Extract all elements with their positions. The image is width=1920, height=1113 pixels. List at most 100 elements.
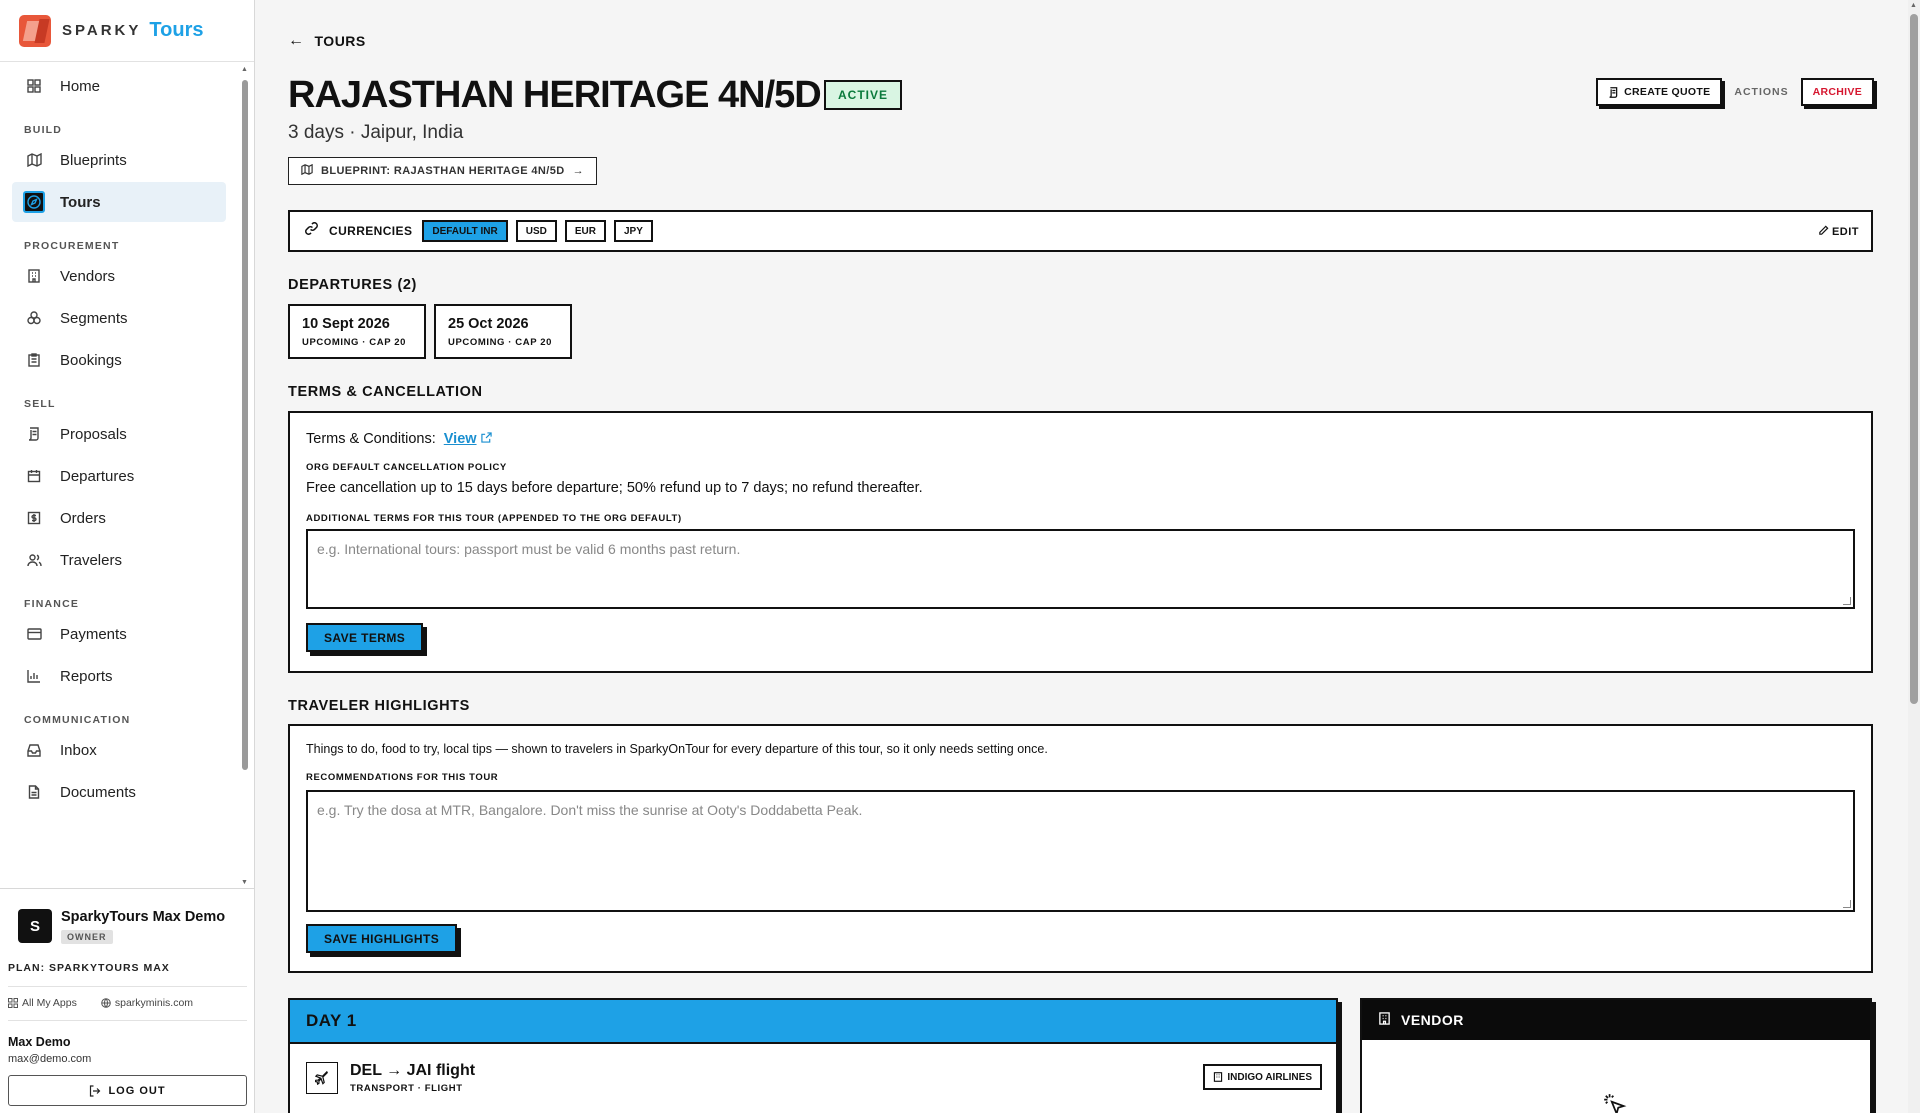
day-panel: DAY 1 DEL → JAI flight TRANSPORT · FLIGH… xyxy=(288,998,1338,1113)
sidebar-scrollbar[interactable]: ▲ ▼ xyxy=(240,66,250,886)
brand-name: SPARKY xyxy=(62,22,142,39)
blueprint-label: BLUEPRINT: RAJASTHAN HERITAGE 4N/5D xyxy=(321,165,565,177)
grid-icon xyxy=(26,78,42,94)
day-title: DAY 1 xyxy=(290,1000,1336,1044)
sidebar-item-inbox[interactable]: Inbox xyxy=(12,730,226,770)
create-quote-button[interactable]: CREATE QUOTE xyxy=(1596,78,1723,106)
sidebar: SPARKY Tours Home BUILD Blueprints Tours… xyxy=(0,0,255,1113)
building-icon xyxy=(1378,1012,1391,1028)
logout-label: LOG OUT xyxy=(108,1084,166,1097)
scroll-up-icon[interactable]: ▲ xyxy=(1910,2,1917,9)
brand-product: Tours xyxy=(149,19,204,41)
main-content: ← TOURS RAJASTHAN HERITAGE 4N/5D ACTIVE … xyxy=(256,0,1906,1113)
arrow-left-icon: ← xyxy=(288,32,305,49)
departure-status: UPCOMING · CAP 20 xyxy=(302,337,406,348)
page-title: RAJASTHAN HERITAGE 4N/5D xyxy=(288,74,822,116)
sidebar-item-label: Vendors xyxy=(60,267,116,285)
sidebar-item-payments[interactable]: Payments xyxy=(12,614,226,654)
departure-date: 25 Oct 2026 xyxy=(448,316,529,332)
segment-vendor-chip[interactable]: INDIGO AIRLINES xyxy=(1203,1064,1322,1090)
sidebar-item-label: Payments xyxy=(60,625,127,643)
resize-handle[interactable] xyxy=(1843,597,1851,605)
sidebar-item-label: Segments xyxy=(60,309,128,327)
currency-chip-usd[interactable]: USD xyxy=(515,220,557,242)
pointer-click-icon xyxy=(1602,1092,1628,1113)
additional-terms-label: ADDITIONAL TERMS FOR THIS TOUR (APPENDED… xyxy=(306,513,682,524)
compass-icon xyxy=(23,191,45,213)
segments-icon xyxy=(26,310,42,326)
currencies-label: CURRENCIES xyxy=(329,224,413,238)
sidebar-nav: Home BUILD Blueprints Tours PROCUREMENT … xyxy=(0,64,238,886)
sidebar-item-home[interactable]: Home xyxy=(12,66,226,106)
terms-panel: Terms & Conditions: View ORG DEFAULT CAN… xyxy=(288,411,1873,673)
sidebar-item-reports[interactable]: Reports xyxy=(12,656,226,696)
highlights-description: Things to do, food to try, local tips — … xyxy=(306,742,1048,756)
sidebar-item-segments[interactable]: Segments xyxy=(12,298,226,338)
currency-chip-eur[interactable]: EUR xyxy=(564,220,606,242)
policy-label: ORG DEFAULT CANCELLATION POLICY xyxy=(306,462,507,473)
nav-section-procurement: PROCUREMENT xyxy=(24,240,120,252)
departure-card[interactable]: 10 Sept 2026 UPCOMING · CAP 20 xyxy=(288,304,426,359)
departure-status: UPCOMING · CAP 20 xyxy=(448,337,552,348)
actions-menu[interactable]: ACTIONS xyxy=(1734,86,1788,98)
dollar-icon xyxy=(26,510,42,526)
sidebar-item-tours[interactable]: Tours xyxy=(12,182,226,222)
sidebar-item-departures[interactable]: Departures xyxy=(12,456,226,496)
top-actions: CREATE QUOTE ACTIONS ARCHIVE xyxy=(1596,78,1874,106)
scroll-down-icon[interactable]: ▼ xyxy=(241,879,248,886)
clipboard-icon xyxy=(26,352,42,368)
save-highlights-button[interactable]: SAVE HIGHLIGHTS xyxy=(306,924,458,953)
site-label: sparkyminis.com xyxy=(114,997,194,1009)
recommendations-label: RECOMMENDATIONS FOR THIS TOUR xyxy=(306,772,499,783)
all-apps-link[interactable]: All My Apps xyxy=(8,997,89,1009)
sidebar-item-documents[interactable]: Documents xyxy=(12,772,226,812)
edit-label: EDIT xyxy=(1831,225,1859,238)
sidebar-item-blueprints[interactable]: Blueprints xyxy=(12,140,226,180)
sidebar-item-label: Inbox xyxy=(60,741,97,759)
departure-card[interactable]: 25 Oct 2026 UPCOMING · CAP 20 xyxy=(434,304,572,359)
back-label: TOURS xyxy=(314,33,366,49)
save-terms-button[interactable]: SAVE TERMS xyxy=(306,623,424,652)
site-link[interactable]: sparkyminis.com xyxy=(101,997,205,1009)
resize-handle[interactable] xyxy=(1843,900,1851,908)
sidebar-item-label: Blueprints xyxy=(60,151,127,169)
scroll-up-icon[interactable]: ▲ xyxy=(241,66,248,73)
sidebar-scroll-thumb[interactable] xyxy=(242,80,248,770)
sidebar-item-vendors[interactable]: Vendors xyxy=(12,256,226,296)
plan-label: PLAN: SPARKYTOURS MAX xyxy=(8,962,170,974)
additional-terms-input[interactable]: e.g. International tours: passport must … xyxy=(306,529,1855,609)
blueprint-link[interactable]: BLUEPRINT: RAJASTHAN HERITAGE 4N/5D → xyxy=(288,157,597,185)
page-scroll-thumb[interactable] xyxy=(1910,14,1918,704)
map-icon xyxy=(26,152,42,168)
sidebar-item-proposals[interactable]: Proposals xyxy=(12,414,226,454)
nav-section-sell: SELL xyxy=(24,398,56,410)
sidebar-item-travelers[interactable]: Travelers xyxy=(12,540,226,580)
sidebar-item-orders[interactable]: Orders xyxy=(12,498,226,538)
user-email: max@demo.com xyxy=(8,1053,92,1065)
archive-button[interactable]: ARCHIVE xyxy=(1800,78,1874,106)
scroll-icon xyxy=(26,426,42,442)
nav-section-finance: FINANCE xyxy=(24,598,80,610)
tc-view-link[interactable]: View xyxy=(444,431,477,447)
brand[interactable]: SPARKY Tours xyxy=(0,0,254,62)
globe-icon xyxy=(101,998,111,1008)
currency-chip-jpy[interactable]: JPY xyxy=(613,220,653,242)
logout-button[interactable]: LOG OUT xyxy=(8,1075,247,1106)
policy-text: Free cancellation up to 15 days before d… xyxy=(306,480,923,496)
segment-vendor-label: INDIGO AIRLINES xyxy=(1227,1071,1312,1083)
recommendations-input[interactable]: e.g. Try the dosa at MTR, Bangalore. Don… xyxy=(306,790,1855,912)
currencies-bar: CURRENCIES DEFAULT INR USD EUR JPY EDIT xyxy=(288,210,1873,252)
back-to-tours-link[interactable]: ← TOURS xyxy=(288,32,366,50)
tc-row: Terms & Conditions: View xyxy=(306,431,492,447)
page-subtitle: 3 days · Jaipur, India xyxy=(288,122,464,143)
map-icon xyxy=(301,163,313,178)
edit-currencies-button[interactable]: EDIT xyxy=(1818,225,1859,238)
calendar-icon xyxy=(26,468,42,484)
sidebar-item-bookings[interactable]: Bookings xyxy=(12,340,226,380)
currency-chip-default-inr[interactable]: DEFAULT INR xyxy=(422,220,508,242)
segment-row[interactable]: DEL → JAI flight TRANSPORT · FLIGHT xyxy=(306,1062,475,1094)
users-icon xyxy=(26,552,42,568)
org-switcher[interactable]: S SparkyTours Max Demo OWNER xyxy=(8,889,247,945)
credit-card-icon xyxy=(26,626,42,642)
page-scrollbar[interactable]: ▲ xyxy=(1908,0,1920,1113)
